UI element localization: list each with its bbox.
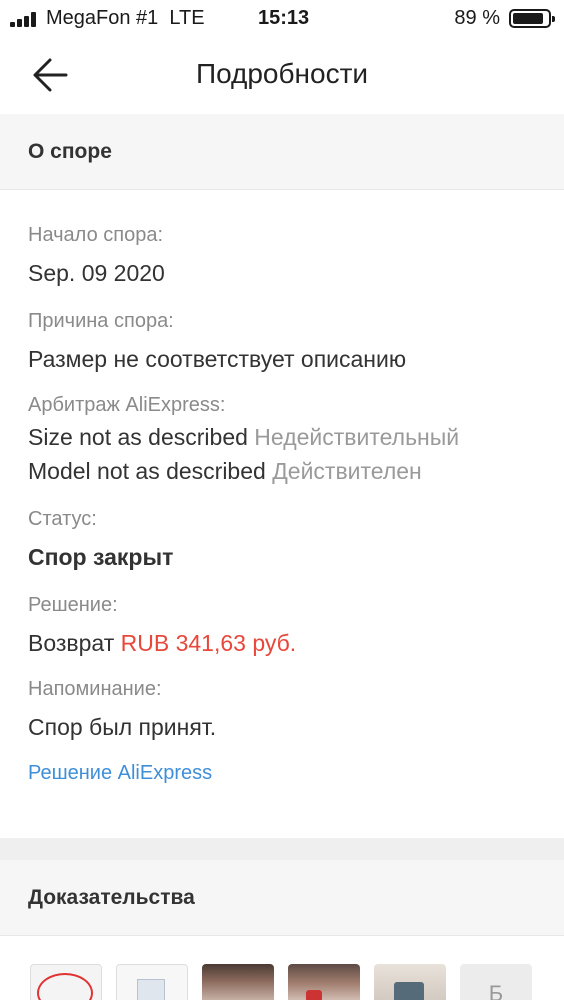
dispute-section-header: О споре: [0, 114, 564, 190]
status-bar: MegaFon #1 LTE 15:13 89 %: [0, 0, 564, 38]
battery-icon: [509, 9, 555, 28]
status-time: 15:13: [258, 7, 310, 29]
evidence-section-header: Доказательства: [0, 860, 564, 936]
carrier-network: MegaFon #1 LTE: [46, 7, 205, 30]
dispute-section-title: О споре: [28, 140, 112, 163]
nav-bar: Подробности: [0, 38, 564, 114]
evidence-thumbnail[interactable]: Б: [460, 964, 532, 1000]
reason-label: Причина спора:: [28, 310, 174, 332]
network-type: LTE: [169, 7, 205, 29]
arbitration-verdict: Недействительный: [254, 424, 460, 450]
decision-prefix: Возврат: [28, 630, 115, 656]
evidence-thumbnail[interactable]: [374, 964, 446, 1000]
reminder-label: Напоминание:: [28, 678, 162, 700]
arbitration-claim: Size not as described: [28, 424, 248, 450]
start-label: Начало спора:: [28, 224, 163, 246]
arbitration-item: Model not as described Действителен: [28, 458, 422, 485]
status-label: Статус:: [28, 508, 97, 530]
section-divider: [0, 838, 564, 860]
arbitration-verdict: Действителен: [272, 458, 422, 484]
start-value: Sep. 09 2020: [28, 260, 165, 286]
page-title: Подробности: [195, 58, 369, 89]
evidence-section-title: Доказательства: [28, 886, 195, 909]
signal-strength-icon: [10, 11, 40, 27]
arbitration-label: Арбитраж AliExpress:: [28, 394, 226, 416]
evidence-thumbnail[interactable]: [116, 964, 188, 1000]
decision-label: Решение:: [28, 594, 118, 616]
arbitration-claim: Model not as described: [28, 458, 266, 484]
status-value: Спор закрыт: [28, 544, 174, 570]
carrier-name: MegaFon #1: [46, 7, 159, 29]
reason-value: Размер не соответствует описанию: [28, 346, 407, 372]
arbitration-item: Size not as described Недействительный: [28, 424, 459, 451]
aliexpress-decision-link[interactable]: Решение AliExpress: [28, 762, 212, 785]
evidence-thumbnail[interactable]: [30, 964, 102, 1000]
refund-amount: RUB 341,63 руб.: [120, 630, 297, 656]
evidence-thumbnail[interactable]: [288, 964, 360, 1000]
reminder-value: Спор был принят.: [28, 714, 217, 740]
evidence-thumbnail[interactable]: [202, 964, 274, 1000]
decision-value: Возврат RUB 341,63 руб.: [28, 630, 296, 657]
battery-percentage: 89 %: [454, 7, 500, 29]
